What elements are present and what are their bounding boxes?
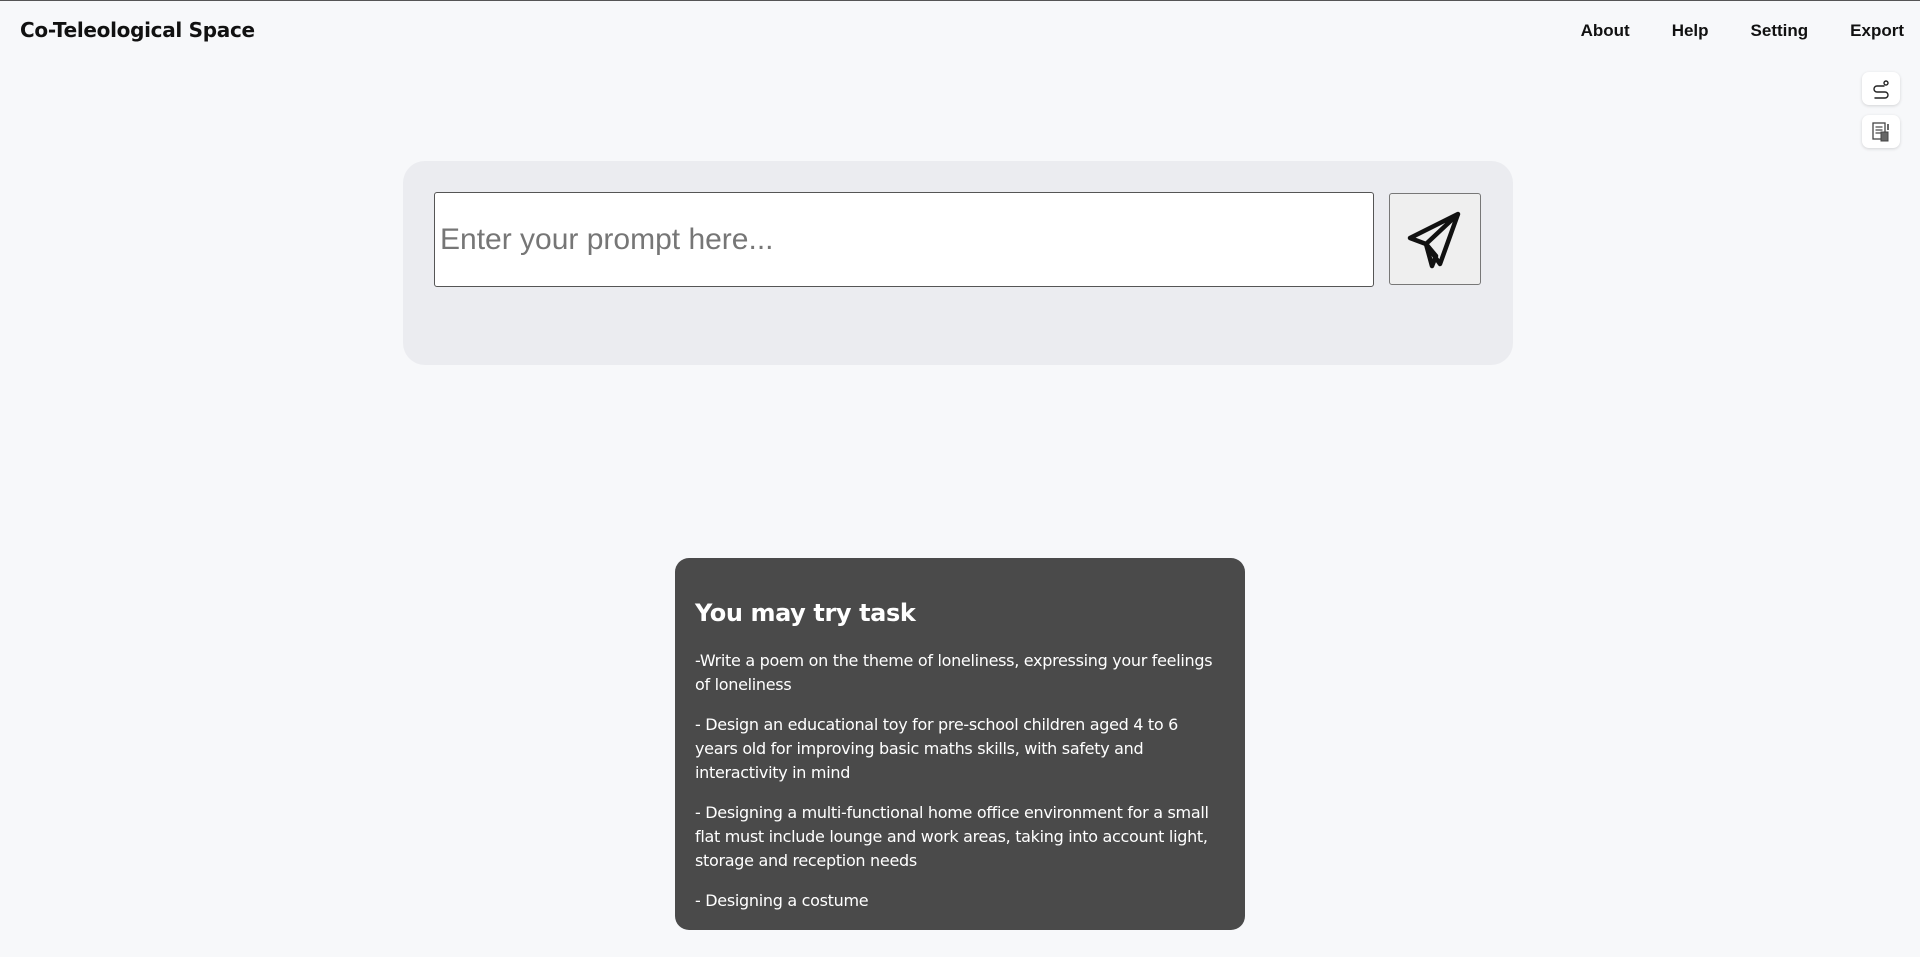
nav-setting[interactable]: Setting (1751, 21, 1809, 41)
app-title: Co-Teleological Space (20, 18, 255, 42)
prompt-input[interactable] (434, 192, 1374, 287)
document-clip-icon (1872, 121, 1889, 141)
nav-help[interactable]: Help (1672, 21, 1709, 41)
task-item: - Designing a multi-functional home offi… (695, 803, 1209, 870)
nav-export[interactable]: Export (1850, 21, 1904, 41)
route-button[interactable] (1862, 72, 1900, 105)
prompt-panel (403, 161, 1513, 365)
task-item: - Design an educational toy for pre-scho… (695, 715, 1179, 782)
task-suggestion-card: You may try task -Write a poem on the th… (675, 558, 1245, 930)
paper-plane-icon (1407, 211, 1461, 269)
task-item: - Designing a costume (695, 891, 869, 910)
send-button[interactable] (1389, 193, 1481, 285)
nav-about[interactable]: About (1581, 21, 1630, 41)
top-nav: About Help Setting Export (1539, 21, 1904, 41)
task-item: -Write a poem on the theme of loneliness… (695, 651, 1213, 694)
document-button[interactable] (1862, 115, 1900, 148)
route-icon (1873, 79, 1889, 99)
task-card-title: You may try task (695, 599, 916, 627)
